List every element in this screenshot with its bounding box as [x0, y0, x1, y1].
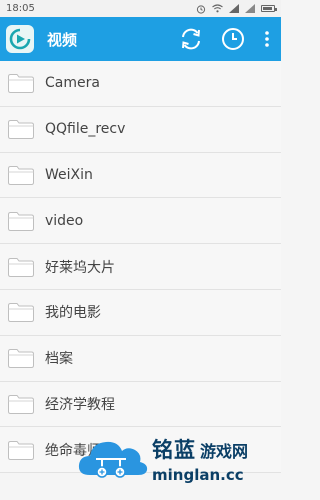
battery-icon	[261, 5, 277, 12]
page-title: 视频	[47, 30, 78, 49]
folder-icon	[7, 301, 35, 323]
watermark: 铭蓝 游戏网 minglan.cc	[76, 418, 281, 500]
toolbar-actions	[175, 23, 281, 55]
folder-list: Camera QQfile_recv WeiXin video 好莱坞大片 我的…	[0, 61, 281, 474]
alarm-icon	[196, 4, 206, 14]
status-icons	[196, 4, 277, 14]
watermark-brand: 铭蓝	[152, 438, 196, 462]
video-player-logo-icon[interactable]	[6, 25, 34, 53]
list-item[interactable]: 好莱坞大片	[0, 244, 281, 290]
signal-icon-2	[245, 4, 255, 13]
folder-icon	[7, 256, 35, 278]
folder-icon	[7, 210, 35, 232]
list-item[interactable]: 我的电影	[0, 289, 281, 336]
folder-name: Camera	[45, 75, 100, 92]
folder-icon	[7, 439, 35, 461]
list-item[interactable]: 档案	[0, 335, 281, 382]
more-vert-icon	[265, 31, 269, 47]
folder-name: QQfile_recv	[45, 121, 126, 138]
sync-icon	[182, 28, 200, 50]
folder-icon	[7, 72, 35, 94]
folder-icon	[7, 347, 35, 369]
signal-icon	[229, 4, 239, 13]
folder-name: WeiXin	[45, 166, 93, 183]
folder-icon	[7, 393, 35, 415]
history-button[interactable]	[217, 23, 249, 55]
watermark-text: 铭蓝 游戏网 minglan.cc	[152, 434, 248, 484]
list-item[interactable]: Camera	[0, 61, 281, 107]
more-options-button[interactable]	[259, 23, 275, 55]
list-item[interactable]: WeiXin	[0, 152, 281, 199]
status-bar: 18:05	[0, 0, 281, 17]
wifi-icon	[212, 4, 223, 13]
status-time: 18:05	[6, 3, 35, 14]
list-item[interactable]: QQfile_recv	[0, 106, 281, 153]
folder-icon	[7, 164, 35, 186]
list-item[interactable]: video	[0, 198, 281, 245]
watermark-domain: minglan.cc	[152, 466, 244, 484]
folder-name: video	[45, 212, 84, 229]
watermark-site: 游戏网	[200, 442, 249, 461]
folder-icon	[7, 118, 35, 140]
sync-button[interactable]	[175, 23, 207, 55]
clock-icon	[222, 28, 244, 50]
folder-name: 好莱坞大片	[45, 259, 115, 276]
cloud-logo-icon	[76, 431, 150, 487]
folder-name: 我的电影	[45, 305, 101, 322]
folder-name: 档案	[45, 351, 73, 368]
app-bar: 视频	[0, 17, 281, 61]
folder-name: 经济学教程	[45, 396, 115, 413]
